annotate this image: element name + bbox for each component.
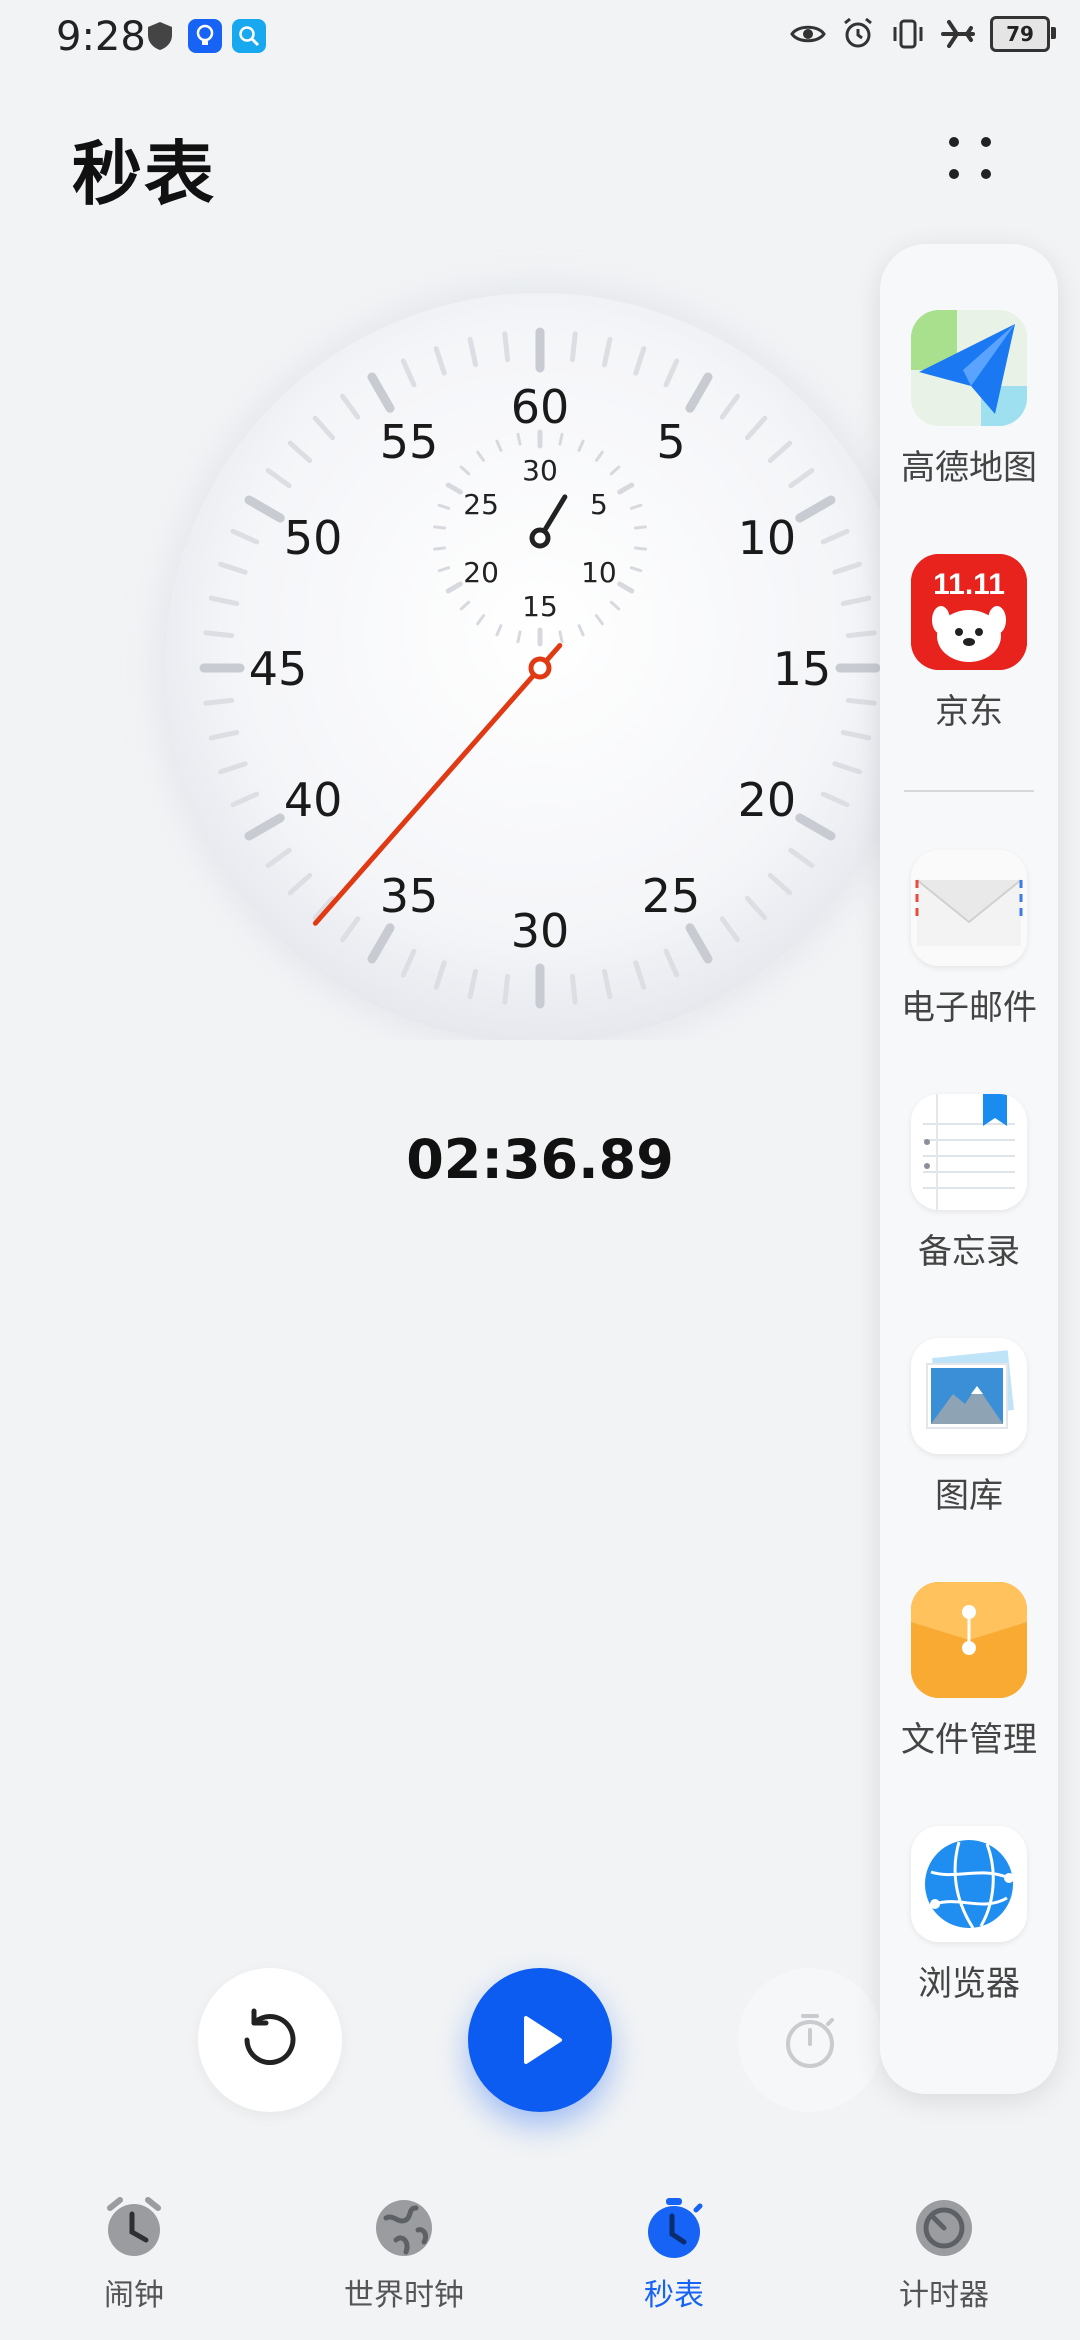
dial-tick	[845, 697, 877, 706]
tab-timer[interactable]: 计时器	[844, 2180, 1044, 2314]
app-file-manager[interactable]: 文件管理	[880, 1582, 1058, 1761]
subdial-number: 10	[581, 556, 617, 589]
side-app-panel: 高德地图 11.11 京东 电子邮件 备忘录 图库 文件管理 浏览器	[880, 244, 1058, 2094]
lap-stopwatch-icon	[786, 2014, 834, 2068]
app-jd[interactable]: 11.11 京东	[880, 554, 1058, 733]
tab-world-clock[interactable]: 世界时钟	[304, 2180, 504, 2314]
tab-alarm[interactable]: 闹钟	[34, 2180, 234, 2314]
amap-icon	[911, 310, 1027, 426]
bottom-tab-bar: 闹钟 世界时钟 秒表 计时器	[0, 2180, 1080, 2340]
subdial-tick	[516, 630, 522, 644]
panel-divider	[904, 790, 1034, 792]
subdial-number: 15	[522, 590, 558, 623]
subdial-tick	[633, 546, 647, 551]
dial-number: 25	[642, 869, 701, 923]
subdial-tick	[633, 525, 647, 530]
dial-number: 35	[380, 869, 439, 923]
app-amap[interactable]: 高德地图	[880, 310, 1058, 489]
stopwatch-icon	[642, 2196, 706, 2260]
dial-number: 30	[511, 904, 570, 958]
vibrate-icon	[890, 16, 926, 52]
status-left-icons	[142, 18, 266, 54]
status-right-icons: 79	[790, 16, 1056, 52]
tab-stopwatch[interactable]: 秒表	[574, 2180, 774, 2314]
dial-number: 10	[738, 511, 797, 565]
jd-icon: 11.11	[911, 554, 1027, 670]
lap-button[interactable]	[738, 1968, 882, 2112]
dial-number: 45	[249, 642, 308, 696]
globe-icon	[372, 2196, 436, 2260]
play-icon	[524, 2016, 562, 2064]
reset-button[interactable]	[198, 1968, 342, 2112]
shield-icon	[142, 18, 178, 54]
app-label: 文件管理	[901, 1720, 1037, 1760]
subdial-number: 30	[522, 454, 558, 487]
email-icon	[911, 850, 1027, 966]
app-label: 备忘录	[918, 1232, 1020, 1272]
dial-tick	[203, 630, 235, 639]
notes-icon	[911, 1094, 1027, 1210]
dial-tick	[502, 331, 511, 363]
subdial-tick	[433, 546, 447, 551]
subdial-number: 5	[590, 488, 608, 521]
dial-tick	[569, 973, 578, 1005]
alarm-icon	[840, 16, 876, 52]
app-label: 电子邮件	[901, 988, 1037, 1028]
dial-tick	[502, 973, 511, 1005]
dial-number: 40	[284, 773, 343, 827]
dial-number: 5	[656, 415, 685, 469]
dial-number: 15	[773, 642, 832, 696]
app-label: 高德地图	[901, 448, 1037, 488]
dial-tick	[203, 697, 235, 706]
status-time: 9:28	[56, 14, 146, 60]
dial-number: 60	[511, 380, 570, 434]
app-label: 京东	[935, 692, 1003, 732]
lightbulb-icon	[188, 19, 222, 53]
dial-number: 20	[738, 773, 797, 827]
battery-icon: 79	[990, 16, 1056, 52]
more-dots-icon	[949, 137, 959, 147]
app-email[interactable]: 电子邮件	[880, 850, 1058, 1029]
subdial-tick	[433, 525, 447, 530]
dial-number: 50	[284, 511, 343, 565]
reset-icon	[244, 2008, 296, 2066]
tab-label: 计时器	[899, 2278, 989, 2313]
gallery-icon	[911, 1338, 1027, 1454]
status-bar: 9:28 79	[0, 0, 1080, 80]
tab-label: 秒表	[644, 2278, 704, 2313]
minute-hand-pivot	[529, 527, 551, 549]
search-icon	[232, 19, 266, 53]
tab-label: 世界时钟	[344, 2278, 464, 2313]
subdial-number: 20	[463, 556, 499, 589]
subdial-tick	[558, 432, 564, 446]
eye-icon	[790, 16, 826, 52]
subdial-tick	[516, 432, 522, 446]
dial-tick	[845, 630, 877, 639]
airplane-icon	[940, 16, 976, 52]
subdial-number: 25	[463, 488, 499, 521]
app-label: 图库	[935, 1476, 1003, 1516]
alarm-clock-icon	[102, 2196, 166, 2260]
file-manager-icon	[911, 1582, 1027, 1698]
app-gallery[interactable]: 图库	[880, 1338, 1058, 1517]
timer-icon	[912, 2196, 976, 2260]
second-hand-pivot	[528, 656, 552, 680]
browser-icon	[911, 1826, 1027, 1942]
app-browser[interactable]: 浏览器	[880, 1826, 1058, 2005]
dial-tick	[569, 331, 578, 363]
dial-number: 55	[380, 415, 439, 469]
tab-label: 闹钟	[104, 2278, 164, 2313]
subdial-tick	[558, 630, 564, 644]
play-button[interactable]	[468, 1968, 612, 2112]
jd-icon-text: 11.11	[933, 568, 1005, 601]
app-label: 浏览器	[918, 1964, 1020, 2004]
app-notes[interactable]: 备忘录	[880, 1094, 1058, 1273]
